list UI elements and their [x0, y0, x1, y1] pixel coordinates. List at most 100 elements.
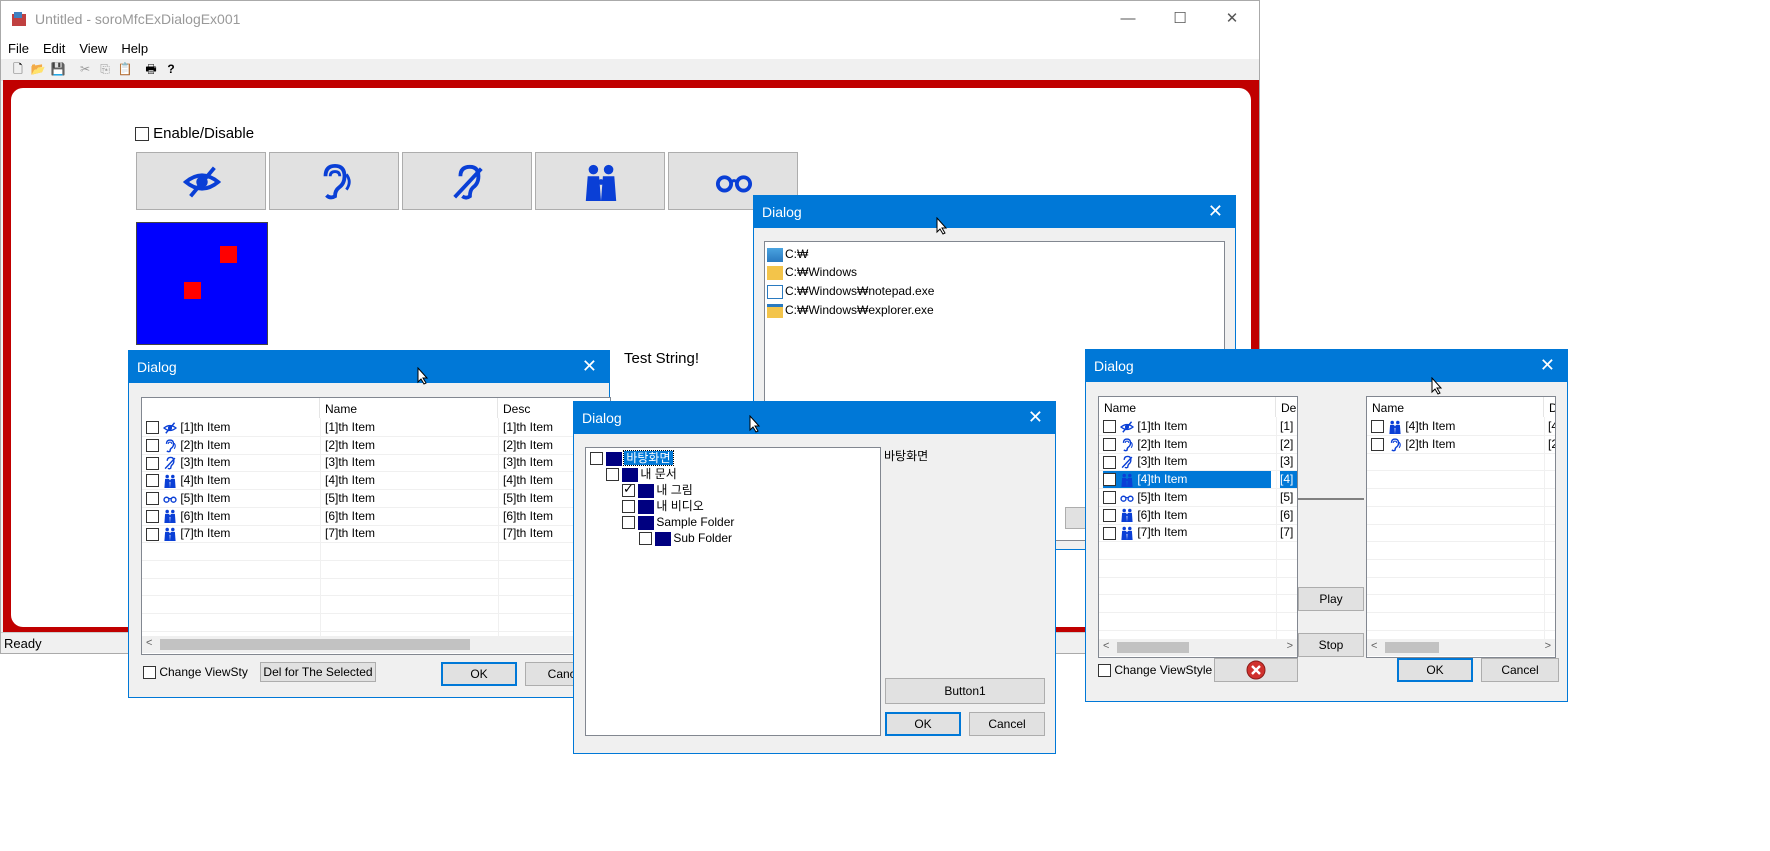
close-icon[interactable]: ✕ — [1208, 201, 1223, 222]
enable-checkbox[interactable]: Enable/Disable — [135, 125, 254, 142]
ok-button[interactable]: OK — [1397, 658, 1473, 682]
table-cell: [2]th Item — [325, 437, 376, 452]
table-row[interactable]: [4]th Item — [1371, 417, 1541, 435]
table-row[interactable]: [2]th Item — [1103, 435, 1273, 453]
close-icon[interactable]: ✕ — [582, 356, 597, 377]
eye-slash-button[interactable] — [136, 152, 266, 210]
cut-icon[interactable]: ✂ — [77, 61, 93, 77]
copy-icon[interactable]: ⎘ — [97, 61, 113, 77]
button1[interactable]: Button1 — [885, 678, 1045, 704]
table-row[interactable]: [2]th Item — [1371, 435, 1541, 453]
ok-button[interactable]: OK — [441, 662, 517, 686]
table-cell: [4 — [1548, 419, 1555, 433]
files-dialog-titlebar[interactable]: Dialog ✕ — [754, 196, 1235, 228]
table-row[interactable]: [7]th Item — [146, 524, 316, 542]
checkbox[interactable] — [143, 666, 156, 680]
source-list-view[interactable]: Name De [1]th Item [1] [2]th Item [2] [3]t… — [1098, 396, 1298, 658]
change-viewstyle-checkbox[interactable]: Change ViewStyle — [1098, 663, 1212, 678]
horizontal-scrollbar[interactable]: < — [142, 636, 610, 653]
print-icon[interactable]: 🖶 — [143, 61, 159, 77]
tree-node[interactable]: Sample Folder — [622, 514, 734, 530]
tree-node[interactable]: 내 문서 — [606, 466, 677, 482]
divider — [1298, 498, 1364, 500]
help-icon[interactable]: ? — [163, 61, 179, 77]
table-row[interactable]: [1]th Item — [1103, 417, 1273, 435]
minimize-icon[interactable]: — — [1103, 1, 1153, 37]
close-icon[interactable]: ✕ — [1028, 407, 1043, 428]
menu-help[interactable]: Help — [114, 39, 155, 59]
play-button[interactable]: Play — [1298, 587, 1364, 611]
hearing-button[interactable] — [269, 152, 399, 210]
table-row[interactable]: [2]th Item — [146, 436, 316, 454]
hearing-impaired-button[interactable] — [402, 152, 532, 210]
mouse-cursor-icon — [936, 217, 948, 235]
column-header-name[interactable]: Name — [320, 398, 498, 418]
list-item[interactable]: C:₩Windows₩explorer.exe — [767, 302, 934, 318]
menu-file[interactable]: File — [1, 39, 36, 59]
tree-dialog-titlebar[interactable]: Dialog ✕ — [574, 402, 1055, 434]
scroll-thumb[interactable] — [1117, 642, 1189, 653]
table-row[interactable]: [1]th Item — [146, 418, 316, 436]
folder-icon — [767, 265, 783, 280]
column-header-name[interactable]: Name — [1099, 397, 1276, 417]
family-icon — [1119, 508, 1135, 522]
checkbox[interactable] — [1098, 664, 1111, 678]
close-icon[interactable]: ✕ — [1540, 355, 1555, 376]
scroll-left-icon[interactable]: < — [146, 637, 152, 649]
column-header-desc[interactable]: De — [1276, 397, 1297, 417]
column-header[interactable] — [142, 398, 320, 418]
table-row[interactable]: [4]th Item — [146, 471, 316, 489]
tree-node[interactable]: 내 비디오 — [622, 498, 704, 514]
list-item[interactable]: C:₩ — [767, 246, 808, 262]
table-row[interactable]: [6]th Item — [146, 507, 316, 525]
close-icon[interactable]: ✕ — [1207, 1, 1257, 37]
change-viewstyle-checkbox[interactable]: Change ViewSty — [143, 665, 248, 680]
list-item[interactable]: C:₩Windows — [767, 264, 857, 280]
tree-view[interactable]: 바탕화면 내 문서 내 그림 내 비디오 Sample Folder Sub F… — [585, 447, 881, 736]
target-list-view[interactable]: Name D [4]th Item [4 [2]th Item [2 < > — [1366, 396, 1556, 658]
table-row[interactable]: [7]th Item — [1103, 523, 1273, 541]
maximize-icon[interactable]: ☐ — [1155, 1, 1205, 37]
scroll-left-icon[interactable]: < — [1103, 640, 1109, 652]
horizontal-scrollbar[interactable]: < > — [1367, 639, 1555, 656]
table-row[interactable]: [6]th Item — [1103, 506, 1273, 524]
menu-edit[interactable]: Edit — [36, 39, 72, 59]
table-row[interactable]: [5]th Item — [1103, 488, 1273, 506]
table-row[interactable]: [4]th Item — [1103, 470, 1271, 489]
family-icon — [1119, 473, 1135, 487]
scroll-thumb[interactable] — [160, 639, 470, 650]
scroll-thumb[interactable] — [1385, 642, 1439, 653]
cancel-button[interactable]: Cancel — [969, 712, 1045, 736]
tree-node[interactable]: 바탕화면 — [590, 450, 674, 466]
ok-button[interactable]: OK — [885, 712, 961, 736]
list-view[interactable]: Name Desc [1]th Item [1]th Item [1]th Item… — [141, 397, 611, 655]
mouse-cursor-icon — [1431, 377, 1443, 395]
cancel-button[interactable]: Cancel — [1481, 658, 1559, 682]
table-row[interactable]: [3]th Item — [1103, 452, 1273, 470]
dual-dialog-titlebar[interactable]: Dialog ✕ — [1086, 350, 1567, 382]
delete-button[interactable] — [1214, 658, 1298, 682]
del-selected-button[interactable]: Del for The Selected — [260, 662, 376, 682]
enable-checkbox-box[interactable] — [135, 127, 149, 142]
new-icon[interactable]: 🗋 — [10, 61, 26, 77]
open-icon[interactable]: 📂 — [30, 61, 46, 77]
scroll-right-icon[interactable]: > — [1287, 640, 1293, 652]
tree-node[interactable]: Sub Folder — [639, 530, 732, 546]
tree-node[interactable]: 내 그림 — [622, 481, 693, 498]
table-row[interactable]: [3]th Item — [146, 453, 316, 471]
family-button[interactable] — [535, 152, 665, 210]
horizontal-scrollbar[interactable]: < > — [1099, 639, 1297, 656]
paste-icon[interactable]: 📋 — [117, 61, 133, 77]
save-icon[interactable]: 💾 — [50, 61, 66, 77]
list-item[interactable]: C:₩Windows₩notepad.exe — [767, 283, 934, 299]
title-bar[interactable]: Untitled - soroMfcExDialogEx001 — ☐ ✕ — [1, 1, 1259, 39]
column-header-desc[interactable]: D — [1544, 397, 1555, 417]
stop-button[interactable]: Stop — [1298, 633, 1364, 657]
table-row[interactable]: [5]th Item — [146, 489, 316, 507]
scroll-right-icon[interactable]: > — [1545, 640, 1551, 652]
column-header-name[interactable]: Name — [1367, 397, 1544, 417]
scroll-left-icon[interactable]: < — [1371, 640, 1377, 652]
blue-canvas[interactable] — [136, 222, 268, 345]
list-dialog-titlebar[interactable]: Dialog ✕ — [129, 351, 609, 383]
menu-view[interactable]: View — [72, 39, 114, 59]
